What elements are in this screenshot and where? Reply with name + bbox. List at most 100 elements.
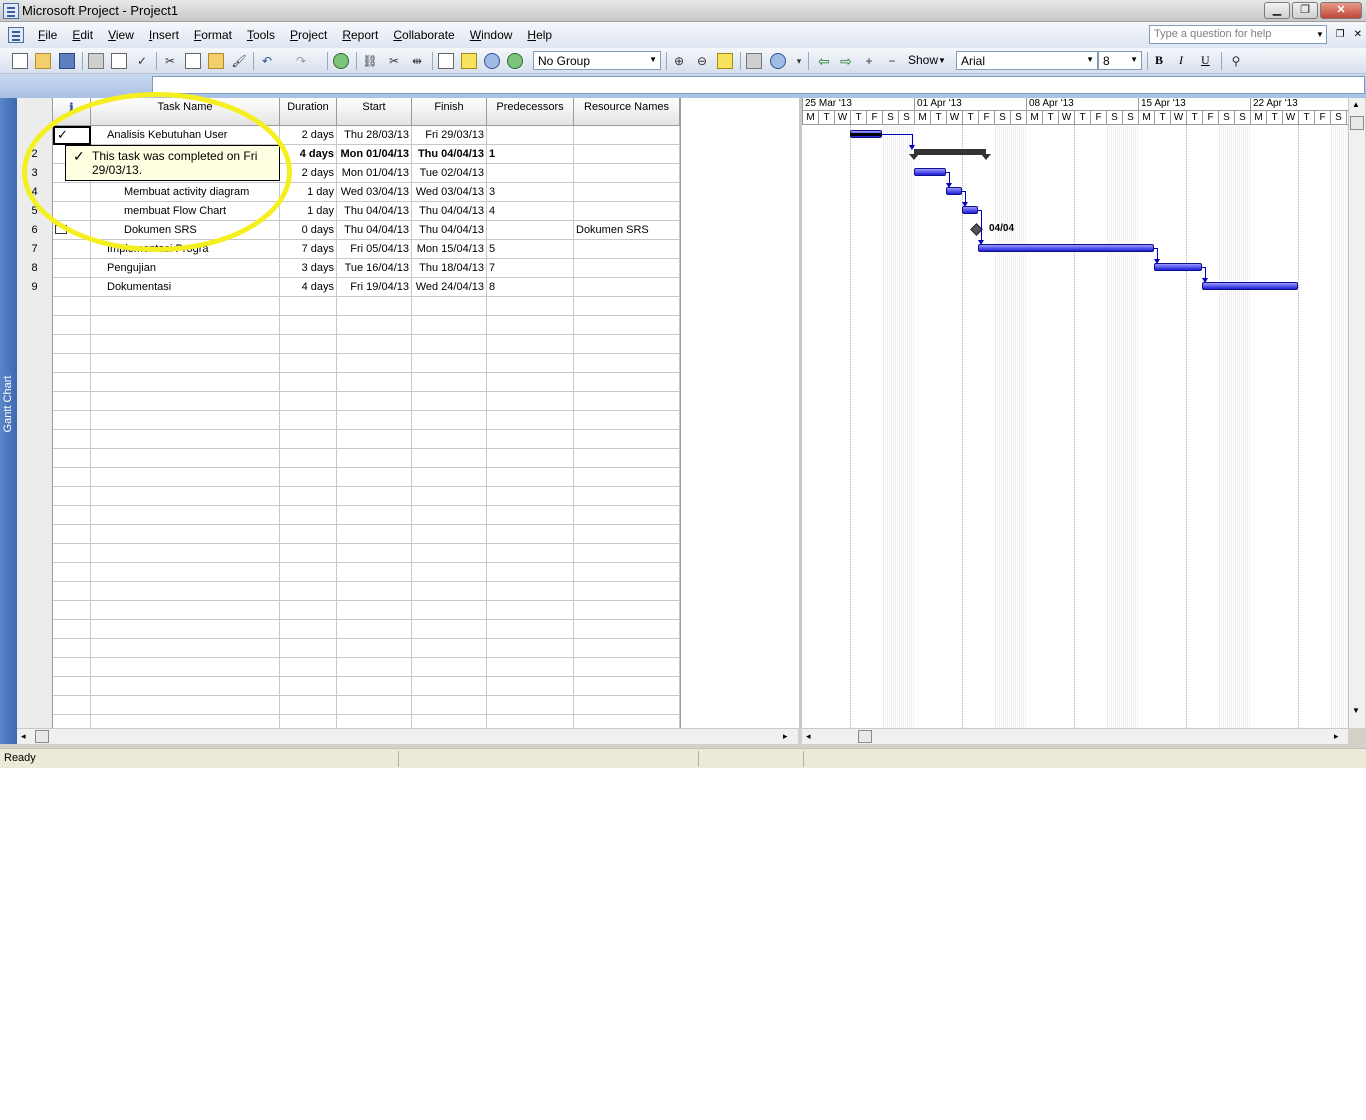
finish-cell[interactable] bbox=[412, 430, 487, 449]
resource-names-cell[interactable] bbox=[574, 392, 680, 411]
spelling-icon[interactable]: ✓ bbox=[134, 53, 150, 69]
start-cell[interactable]: Thu 28/03/13 bbox=[337, 126, 412, 145]
predecessors-cell[interactable]: 5 bbox=[487, 240, 574, 259]
duration-cell[interactable] bbox=[280, 449, 337, 468]
gantt-scroll-thumb[interactable] bbox=[858, 730, 872, 743]
toolbar-options-icon[interactable]: ▾ bbox=[791, 53, 807, 69]
scroll-right-icon[interactable]: ▸ bbox=[1334, 731, 1339, 742]
start-cell[interactable] bbox=[337, 487, 412, 506]
show-dropdown-icon[interactable]: ▼ bbox=[938, 56, 946, 65]
start-cell[interactable] bbox=[337, 316, 412, 335]
table-row[interactable]: 8 Pengujian 3 days Tue 16/04/13 Thu 18/04/13… bbox=[17, 259, 680, 278]
task-name-cell[interactable] bbox=[91, 335, 280, 354]
task-name-cell[interactable] bbox=[91, 373, 280, 392]
table-row[interactable] bbox=[17, 487, 680, 506]
task-name-cell[interactable] bbox=[91, 563, 280, 582]
predecessors-cell[interactable]: 1 bbox=[487, 145, 574, 164]
finish-cell[interactable] bbox=[412, 297, 487, 316]
table-row[interactable] bbox=[17, 506, 680, 525]
task-name-cell[interactable] bbox=[91, 525, 280, 544]
finish-cell[interactable]: Fri 29/03/13 bbox=[412, 126, 487, 145]
finish-cell[interactable] bbox=[412, 620, 487, 639]
paste-icon[interactable] bbox=[208, 53, 224, 69]
resource-names-cell[interactable] bbox=[574, 278, 680, 297]
duration-cell[interactable] bbox=[280, 468, 337, 487]
redo-icon[interactable]: ↷ bbox=[293, 53, 309, 69]
duration-cell[interactable] bbox=[280, 487, 337, 506]
close-icon[interactable]: ✕ bbox=[1320, 2, 1362, 19]
copy-icon[interactable] bbox=[185, 53, 201, 69]
duration-cell[interactable] bbox=[280, 582, 337, 601]
indicator-cell[interactable] bbox=[53, 278, 91, 297]
start-cell[interactable] bbox=[337, 430, 412, 449]
menu-view[interactable]: View bbox=[108, 28, 134, 42]
resource-names-cell[interactable] bbox=[574, 335, 680, 354]
finish-cell[interactable]: Thu 04/04/13 bbox=[412, 221, 487, 240]
duration-cell[interactable] bbox=[280, 696, 337, 715]
help-dropdown-icon[interactable]: ▼ bbox=[1316, 30, 1324, 39]
restore-icon[interactable]: ❐ bbox=[1336, 29, 1345, 40]
duration-cell[interactable] bbox=[280, 335, 337, 354]
row-id[interactable] bbox=[17, 487, 53, 506]
indicator-cell[interactable] bbox=[53, 715, 91, 728]
resource-names-cell[interactable] bbox=[574, 354, 680, 373]
scroll-right-icon[interactable]: ▸ bbox=[783, 731, 788, 742]
task-name-cell[interactable] bbox=[91, 544, 280, 563]
duration-cell[interactable]: 2 days bbox=[280, 126, 337, 145]
duration-cell[interactable] bbox=[280, 658, 337, 677]
row-id[interactable] bbox=[17, 563, 53, 582]
predecessors-cell[interactable] bbox=[487, 126, 574, 145]
duration-cell[interactable]: 7 days bbox=[280, 240, 337, 259]
finish-cell[interactable] bbox=[412, 392, 487, 411]
finish-cell[interactable] bbox=[412, 525, 487, 544]
table-row[interactable]: 9 Dokumentasi 4 days Fri 19/04/13 Wed 24/04/… bbox=[17, 278, 680, 297]
menu-insert[interactable]: Insert bbox=[149, 28, 179, 42]
zoom-in-icon[interactable]: ⊕ bbox=[671, 53, 687, 69]
duration-cell[interactable] bbox=[280, 677, 337, 696]
table-row[interactable] bbox=[17, 335, 680, 354]
predecessors-cell[interactable] bbox=[487, 468, 574, 487]
task-bar[interactable] bbox=[1202, 282, 1298, 290]
start-cell[interactable] bbox=[337, 525, 412, 544]
finish-cell[interactable]: Wed 03/04/13 bbox=[412, 183, 487, 202]
scroll-left-icon[interactable]: ◂ bbox=[21, 731, 26, 742]
task-name-cell[interactable] bbox=[91, 354, 280, 373]
row-id[interactable] bbox=[17, 544, 53, 563]
finish-cell[interactable] bbox=[412, 487, 487, 506]
row-id[interactable] bbox=[17, 601, 53, 620]
table-horizontal-scrollbar[interactable]: ◂ ▸ bbox=[17, 728, 798, 744]
task-name-cell[interactable] bbox=[91, 639, 280, 658]
open-icon[interactable] bbox=[35, 53, 51, 69]
task-name-cell[interactable] bbox=[91, 449, 280, 468]
indicator-cell[interactable] bbox=[53, 259, 91, 278]
row-id[interactable] bbox=[17, 506, 53, 525]
menu-window[interactable]: Window bbox=[470, 28, 513, 42]
task-notes-icon[interactable] bbox=[461, 53, 477, 69]
predecessors-cell[interactable] bbox=[487, 715, 574, 728]
scroll-left-icon[interactable]: ◂ bbox=[806, 731, 811, 742]
indent-right-icon[interactable]: ⇨ bbox=[838, 53, 854, 69]
resource-names-cell[interactable] bbox=[574, 715, 680, 728]
start-cell[interactable] bbox=[337, 544, 412, 563]
start-cell[interactable] bbox=[337, 563, 412, 582]
table-row[interactable] bbox=[17, 639, 680, 658]
task-bar[interactable] bbox=[1154, 263, 1202, 271]
task-name-cell[interactable] bbox=[91, 582, 280, 601]
start-cell[interactable] bbox=[337, 297, 412, 316]
finish-cell[interactable]: Thu 18/04/13 bbox=[412, 259, 487, 278]
table-row[interactable] bbox=[17, 392, 680, 411]
finish-cell[interactable] bbox=[412, 354, 487, 373]
indicator-cell[interactable] bbox=[53, 468, 91, 487]
row-id[interactable] bbox=[17, 658, 53, 677]
task-bar[interactable] bbox=[978, 244, 1154, 252]
finish-cell[interactable]: Mon 15/04/13 bbox=[412, 240, 487, 259]
predecessors-cell[interactable] bbox=[487, 373, 574, 392]
bold-button[interactable]: B bbox=[1155, 53, 1163, 68]
hyperlink-icon[interactable] bbox=[333, 53, 349, 69]
task-name-cell[interactable] bbox=[91, 677, 280, 696]
start-cell[interactable]: Thu 04/04/13 bbox=[337, 202, 412, 221]
row-id[interactable] bbox=[17, 449, 53, 468]
predecessors-cell[interactable] bbox=[487, 297, 574, 316]
indicator-cell[interactable] bbox=[53, 582, 91, 601]
table-row[interactable] bbox=[17, 677, 680, 696]
